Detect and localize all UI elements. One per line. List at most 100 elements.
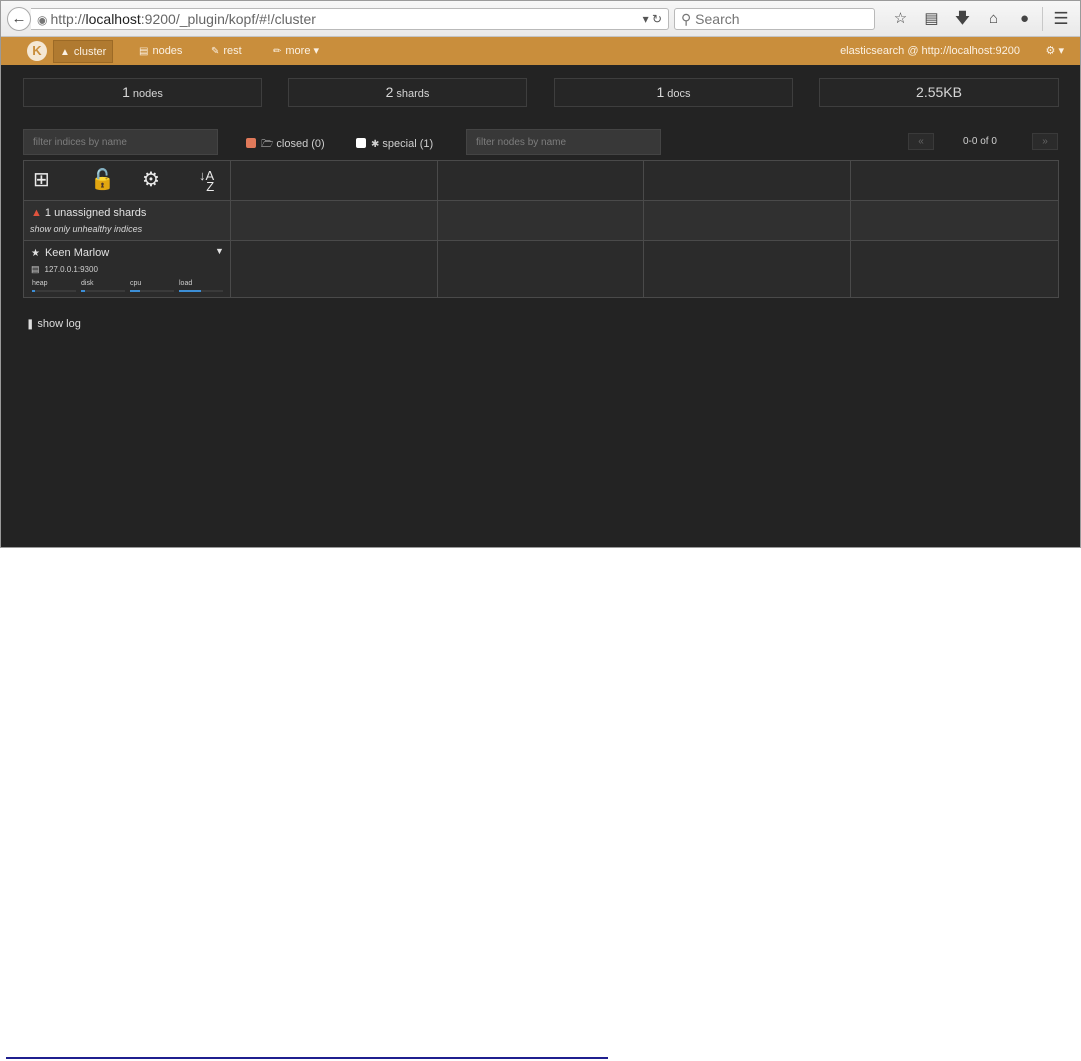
stat-size-value: 2.55KB bbox=[916, 84, 962, 100]
unassigned-cell bbox=[851, 201, 1058, 241]
sort-alpha-icon[interactable]: ↓A Z bbox=[199, 169, 214, 193]
back-arrow-icon[interactable]: ← bbox=[7, 7, 31, 31]
index-commands-cell: ⊞ 🔓 ⚙ ↓A Z bbox=[24, 161, 231, 201]
star-icon[interactable]: ☆ bbox=[885, 9, 916, 29]
pager-status: 0-0 of 0 bbox=[963, 136, 997, 147]
reading-list-icon[interactable]: ▤ bbox=[916, 9, 947, 29]
pager-prev-button[interactable]: « bbox=[908, 133, 934, 150]
nav-rest-label: rest bbox=[223, 45, 242, 57]
stat-nodes-value: 1 bbox=[122, 84, 130, 100]
stat-size: 2.55KB bbox=[819, 78, 1059, 107]
browser-search-box[interactable]: ⚲ bbox=[674, 8, 875, 30]
disk-bar-fill bbox=[81, 290, 85, 292]
stat-shards-value: 2 bbox=[385, 84, 394, 100]
unhealthy-indices-link[interactable]: show only unhealthy indices bbox=[30, 224, 142, 234]
site-info-icon[interactable]: ◉ bbox=[37, 13, 47, 27]
connection-label[interactable]: elasticsearch @ http://localhost:9200 bbox=[840, 40, 1020, 62]
load-bar-fill bbox=[179, 290, 201, 292]
warning-icon: ▲ bbox=[31, 207, 42, 219]
chevron-down-circle-icon: ❚ bbox=[26, 319, 35, 330]
master-star-icon: ★ bbox=[31, 248, 40, 259]
heap-metric: heap bbox=[32, 280, 76, 294]
special-label: special (1) bbox=[382, 138, 434, 150]
wrench-icon: ✏ bbox=[273, 46, 282, 57]
load-metric: load bbox=[179, 280, 223, 294]
stat-shards-label: shards bbox=[396, 88, 430, 100]
url-host: localhost bbox=[85, 11, 141, 27]
download-icon[interactable]: 🡇 bbox=[947, 9, 978, 29]
load-label: load bbox=[179, 280, 193, 287]
node-shard-cell bbox=[231, 241, 438, 297]
nav-nodes[interactable]: ▤ nodes bbox=[133, 40, 188, 63]
disk-bar-track bbox=[81, 290, 125, 292]
heap-bar-fill bbox=[32, 290, 35, 292]
index-header-cell bbox=[644, 161, 851, 201]
home-icon[interactable]: ⌂ bbox=[978, 9, 1009, 29]
index-header-cell bbox=[231, 161, 438, 201]
stat-nodes-label: nodes bbox=[132, 88, 163, 100]
gear-icon: ⚙ bbox=[1045, 45, 1056, 57]
unassigned-cell bbox=[644, 201, 851, 241]
reload-icon[interactable]: ↻ bbox=[652, 12, 662, 26]
caret-down-icon: ▾ bbox=[1058, 45, 1064, 57]
index-header-cell bbox=[851, 161, 1058, 201]
stat-nodes: 1 nodes bbox=[23, 78, 262, 107]
asterisk-icon: ✱ bbox=[371, 139, 380, 150]
nav-cluster[interactable]: ▲ cluster bbox=[53, 40, 114, 63]
dropdown-arrow-icon[interactable]: ▾ bbox=[643, 12, 649, 26]
hdd-icon: ▤ bbox=[31, 264, 40, 274]
closed-indices-toggle[interactable]: 🗁 closed (0) bbox=[246, 137, 325, 151]
browser-search-input[interactable] bbox=[695, 11, 856, 27]
unassigned-shards-label: 1 unassigned shards bbox=[44, 207, 147, 219]
unassigned-shards-warning: ▲ 1 unassigned shards bbox=[31, 207, 146, 219]
nav-more[interactable]: ✏ more ▾ bbox=[267, 40, 325, 63]
closed-checkbox[interactable] bbox=[246, 138, 256, 148]
node-title: ★ Keen Marlow bbox=[31, 247, 109, 259]
kopf-navbar: K ▲ cluster ▤ nodes ✎ rest ✏ more ▾ elastics… bbox=[1, 37, 1080, 65]
load-bar-track bbox=[179, 290, 223, 292]
nav-rest[interactable]: ✎ rest bbox=[205, 40, 248, 63]
nav-nodes-label: nodes bbox=[152, 45, 183, 57]
node-address-value: 127.0.0.1:9300 bbox=[44, 265, 98, 274]
stat-docs-label: docs bbox=[667, 88, 691, 100]
settings-dropdown[interactable]: ⚙ ▾ bbox=[1046, 40, 1064, 62]
nav-cluster-label: cluster bbox=[73, 46, 107, 58]
browser-toolbar-icons: ☆ ▤ 🡇 ⌂ ● bbox=[885, 9, 1040, 29]
unlock-icon[interactable]: 🔓 bbox=[90, 169, 115, 191]
index-header-cell bbox=[438, 161, 644, 201]
url-path: :9200/_plugin/kopf/#!/cluster bbox=[140, 11, 316, 27]
pager-next-button[interactable]: » bbox=[1032, 133, 1058, 150]
heap-bar-track bbox=[32, 290, 76, 292]
kopf-logo[interactable]: K bbox=[27, 41, 47, 61]
url-bar[interactable]: ◉ http://localhost:9200/_plugin/kopf/#!/c… bbox=[31, 8, 669, 30]
toolbar-divider bbox=[1042, 7, 1043, 31]
special-checkbox[interactable] bbox=[356, 138, 366, 148]
search-icon: ⚲ bbox=[681, 11, 692, 27]
stat-docs: 1 docs bbox=[554, 78, 793, 107]
node-shard-cell bbox=[438, 241, 644, 297]
unassigned-cell bbox=[438, 201, 644, 241]
node-shard-cell bbox=[851, 241, 1058, 297]
sitemap-icon: ▲ bbox=[60, 47, 70, 58]
show-log-toggle[interactable]: ❚ show log bbox=[26, 318, 81, 330]
chat-icon[interactable]: ● bbox=[1009, 9, 1040, 29]
cpu-label: cpu bbox=[130, 280, 142, 287]
footer-divider bbox=[6, 1057, 608, 1059]
menu-icon[interactable]: ☰ bbox=[1050, 9, 1072, 29]
unassigned-shards-cell: ▲ 1 unassigned shards show only unhealthy… bbox=[24, 201, 231, 241]
cluster-overview-grid: ⊞ 🔓 ⚙ ↓A Z ▲ 1 unassigned shards show onl… bbox=[23, 160, 1059, 298]
filter-nodes-input[interactable] bbox=[466, 129, 661, 155]
special-indices-toggle[interactable]: ✱ special (1) bbox=[356, 137, 433, 151]
settings-icon[interactable]: ⚙ bbox=[142, 169, 160, 191]
browser-toolbar: ← ◉ http://localhost:9200/_plugin/kopf/#!… bbox=[1, 1, 1080, 37]
heap-label: heap bbox=[32, 280, 48, 287]
node-name: Keen Marlow bbox=[44, 247, 110, 259]
url-scheme: http:// bbox=[50, 11, 86, 27]
unassigned-cell bbox=[231, 201, 438, 241]
caret-down-icon: ▾ bbox=[313, 45, 320, 57]
cpu-metric: cpu bbox=[130, 280, 174, 294]
url-controls: ▾ ↻ bbox=[643, 9, 662, 29]
node-actions-caret-icon[interactable]: ▼ bbox=[215, 246, 224, 256]
create-index-icon[interactable]: ⊞ bbox=[33, 169, 50, 191]
filter-indices-input[interactable] bbox=[23, 129, 218, 155]
